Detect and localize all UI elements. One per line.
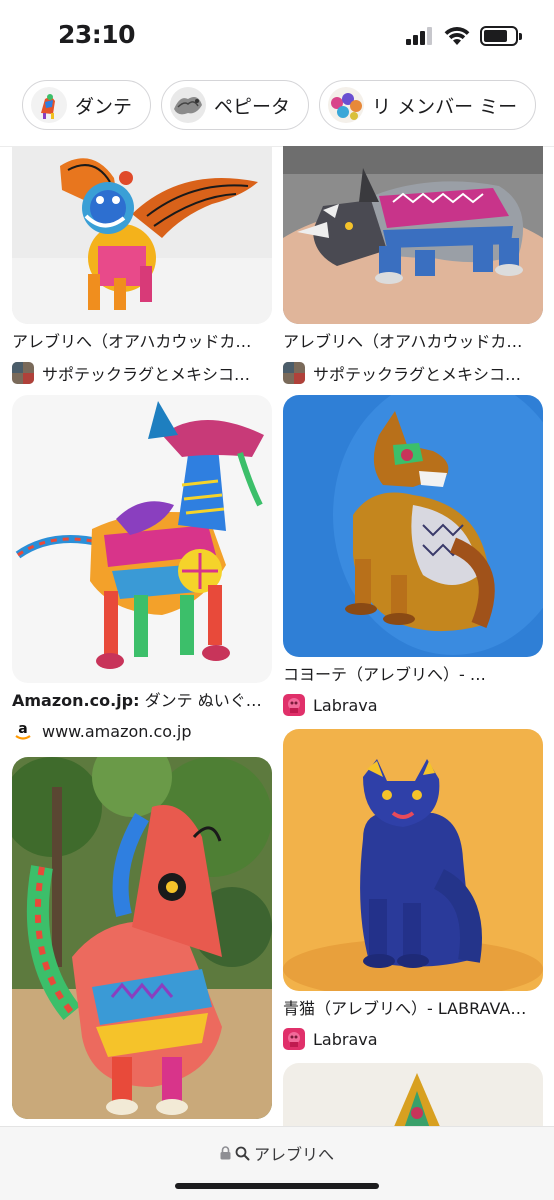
chip-label: リ メンバー ミー	[372, 95, 518, 118]
blue-cat-alebrije-image[interactable]	[283, 729, 543, 991]
status-icons	[406, 26, 522, 46]
winged-lion-alebrije-image[interactable]	[12, 146, 272, 324]
result-card[interactable]: アレブリへ（オアハカウッドカ… サポテックラグとメキシコ…	[12, 146, 272, 385]
address-text: アレブリへ	[253, 1145, 334, 1164]
search-icon	[235, 1146, 250, 1160]
chip-dante[interactable]: ダンテ	[22, 80, 152, 130]
svg-text:a: a	[18, 721, 27, 737]
dante-alebrije-thumb	[31, 87, 67, 123]
bottom-toolbar: アレブリへ	[0, 1126, 554, 1200]
address-bar[interactable]: アレブリへ	[0, 1141, 554, 1165]
card-source: サポテックラグとメキシコ…	[12, 361, 272, 385]
card-title: アレブリへ（オアハカウッドカ…	[283, 332, 523, 351]
status-time: 23:10	[58, 20, 136, 49]
rhinoceros-alebrije-image[interactable]	[283, 146, 543, 324]
coyote-alebrije-image[interactable]	[283, 395, 543, 657]
wifi-icon	[444, 26, 470, 45]
related-search-chips: ダンテ ペピータ リ メンバー ミー	[0, 80, 554, 136]
result-card[interactable]: コヨーテ（アレブリへ）- … Labrava	[283, 395, 543, 716]
dante-dog-alebrije-image[interactable]	[12, 395, 272, 683]
card-title: コヨーテ（アレブリへ）- …	[283, 665, 486, 684]
labrava-logo-icon	[283, 1028, 305, 1050]
status-bar: 23:10	[0, 0, 554, 72]
chip-label: ペピータ	[214, 95, 291, 118]
result-card[interactable]: アレブリへ（オアハカウッドカ… サポテックラグとメキシコ…	[283, 146, 543, 385]
result-card[interactable]: 青猫（アレブリへ）- LABRAVA… Labrava	[283, 729, 543, 1050]
labrava-logo-icon	[283, 694, 305, 716]
result-card[interactable]: Amazon.co.jp: ダンテ ぬいぐ… a www.amazon.co.j…	[12, 395, 272, 742]
card-title: Amazon.co.jp: ダンテ ぬいぐ…	[12, 691, 262, 710]
zapotec-rugs-source-icon	[12, 362, 34, 384]
result-card[interactable]	[12, 757, 272, 1119]
card-source: サポテックラグとメキシコ…	[283, 361, 543, 385]
zapotec-rugs-source-icon	[283, 362, 305, 384]
lock-icon	[220, 1146, 231, 1160]
card-source: Labrava	[283, 694, 543, 716]
card-title: アレブリへ（オアハカウッドカ…	[12, 332, 252, 351]
card-source: a www.amazon.co.jp	[12, 720, 272, 742]
cellular-signal-icon	[406, 27, 432, 45]
amazon-logo-icon: a	[12, 720, 34, 742]
pepita-alebrije-thumb	[170, 87, 207, 123]
card-source: Labrava	[283, 1028, 543, 1050]
chip-label: ダンテ	[75, 95, 133, 118]
chip-remember-me[interactable]: リ メンバー ミー	[319, 80, 537, 130]
chip-pepita[interactable]: ペピータ	[161, 80, 310, 130]
remember-me-thumb	[328, 87, 365, 123]
battery-icon	[480, 26, 522, 46]
howling-coyote-alebrije-image[interactable]	[12, 757, 272, 1119]
home-indicator	[175, 1183, 379, 1189]
card-title: 青猫（アレブリへ）- LABRAVA…	[283, 999, 527, 1018]
